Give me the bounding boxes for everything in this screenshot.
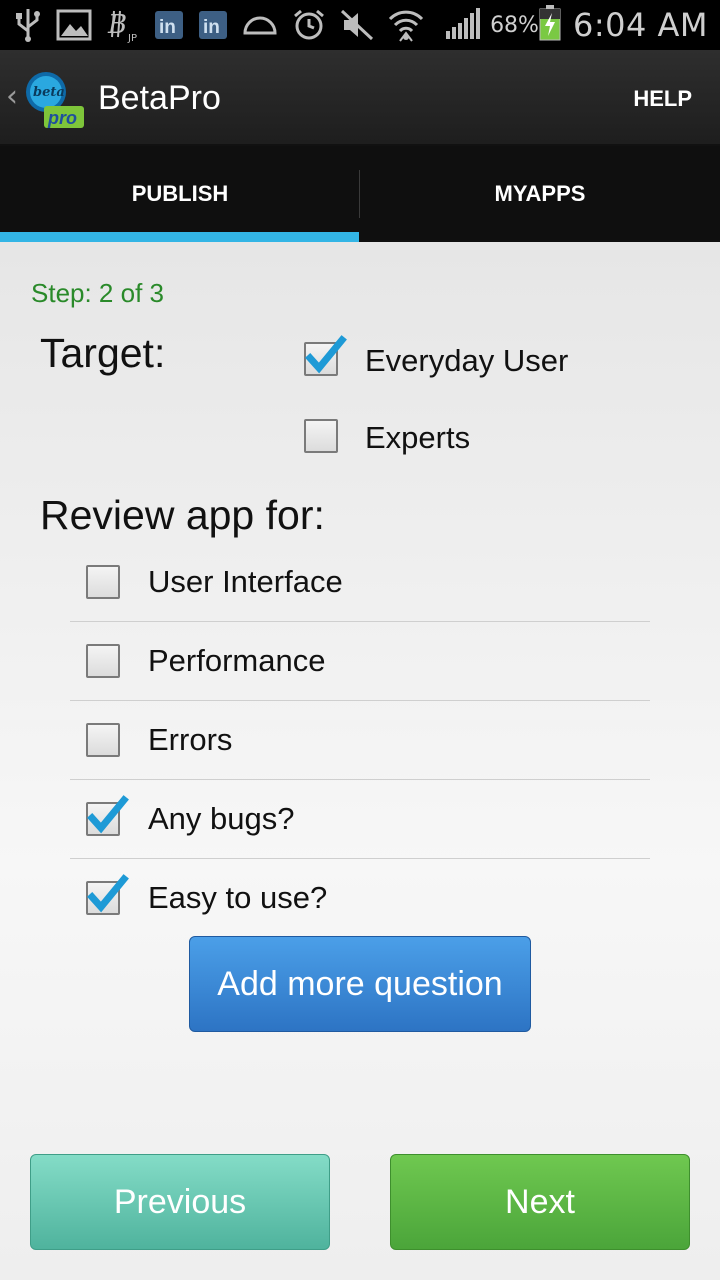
review-heading: Review app for:: [40, 492, 325, 538]
checkmark-icon: [87, 795, 129, 834]
easy-to-use-label[interactable]: Easy to use?: [148, 880, 327, 916]
row-divider: [70, 621, 650, 622]
next-button[interactable]: Next: [390, 1154, 690, 1250]
row-divider: [70, 700, 650, 701]
user-interface-checkbox[interactable]: [86, 565, 120, 599]
wifi-icon: [388, 7, 424, 43]
battery-percent: 68%: [490, 12, 539, 38]
usb-icon: [14, 7, 42, 43]
row-divider: [70, 779, 650, 780]
back-chevron-icon[interactable]: ‹: [6, 82, 18, 112]
user-interface-label[interactable]: User Interface: [148, 564, 343, 600]
status-right: 68% 6:04 AM: [444, 0, 708, 50]
help-button[interactable]: HELP: [633, 86, 692, 112]
signal-icon: [444, 7, 484, 44]
everyday-user-checkbox[interactable]: [304, 335, 347, 376]
linkedin-icon: in: [198, 10, 228, 40]
performance-checkbox[interactable]: [86, 644, 120, 678]
easy-to-use-checkbox[interactable]: [86, 874, 129, 915]
tab-bar: PUBLISH MYAPPS: [0, 146, 720, 242]
svg-text:in: in: [159, 17, 176, 38]
errors-label[interactable]: Errors: [148, 722, 232, 758]
errors-checkbox[interactable]: [86, 723, 120, 757]
clock: 6:04 AM: [572, 6, 708, 44]
app-logo[interactable]: beta pro: [24, 66, 86, 130]
any-bugs-checkbox[interactable]: [86, 795, 129, 836]
action-bar: ‹ beta pro BetaPro HELP: [0, 50, 720, 146]
tab-myapps[interactable]: MYAPPS: [360, 146, 720, 242]
alarm-icon: [292, 8, 326, 42]
any-bugs-label[interactable]: Any bugs?: [148, 801, 295, 837]
checkmark-icon: [87, 874, 129, 913]
experts-label[interactable]: Experts: [365, 420, 470, 456]
row-divider: [70, 858, 650, 859]
svg-text:pro: pro: [47, 108, 77, 128]
app-title: BetaPro: [98, 79, 221, 117]
svg-text:beta: beta: [33, 85, 65, 100]
linkedin-icon: in: [154, 10, 184, 40]
previous-button[interactable]: Previous: [30, 1154, 330, 1250]
add-more-question-button[interactable]: Add more question: [189, 936, 531, 1032]
everyday-user-label[interactable]: Everyday User: [365, 343, 568, 379]
experts-checkbox[interactable]: [304, 419, 338, 453]
tab-publish[interactable]: PUBLISH: [0, 146, 360, 242]
target-heading: Target:: [40, 330, 166, 376]
mute-icon: [340, 9, 374, 41]
image-icon: [56, 9, 92, 41]
battery-charging-icon: [539, 4, 561, 46]
checkmark-icon: [305, 335, 347, 374]
svg-text:in: in: [203, 17, 220, 38]
svg-text:JP: JP: [127, 33, 137, 43]
svg-text:B: B: [107, 10, 127, 40]
step-indicator: Step: 2 of 3: [31, 278, 164, 308]
bitcoin-jp-icon: B JP: [106, 7, 140, 43]
publish-form: Step: 2 of 3 Target: Everyday User Exper…: [0, 242, 720, 1280]
status-bar: B JP in in 68% 6:04 AM: [0, 0, 720, 50]
performance-label[interactable]: Performance: [148, 643, 325, 679]
notification-icons: B JP in in: [14, 0, 424, 50]
tab-selected-indicator: [0, 232, 359, 242]
dome-icon: [242, 13, 278, 37]
